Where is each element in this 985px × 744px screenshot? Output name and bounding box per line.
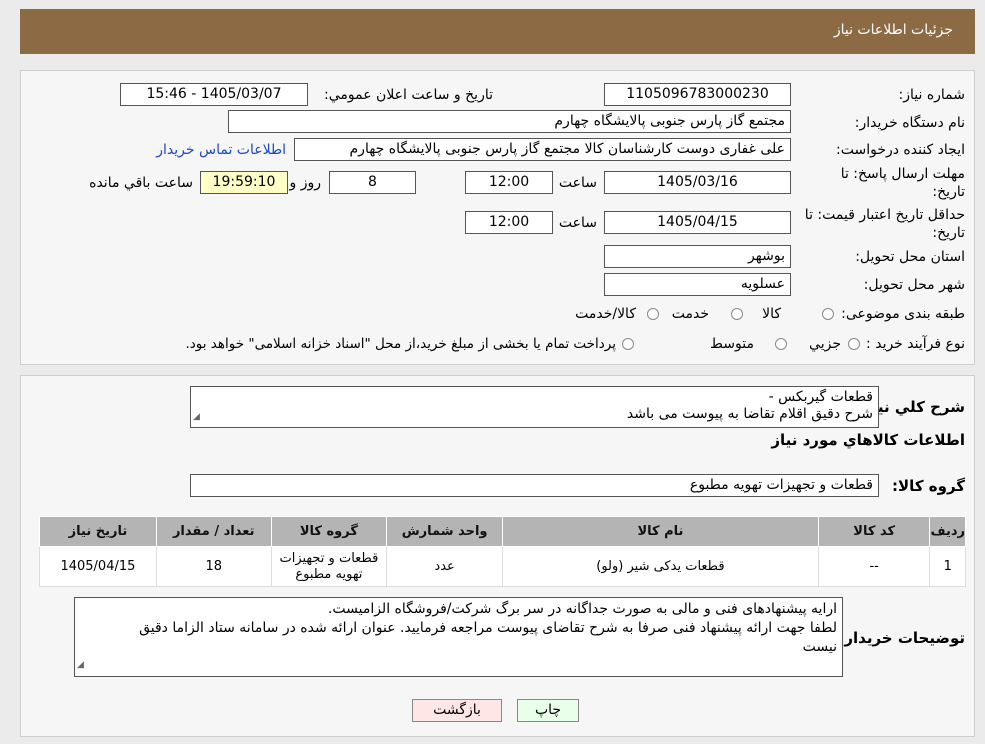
- deadline-time-label: ساعت: [558, 175, 597, 191]
- goods-group-field: قطعات و تجهیزات تهویه مطبوع: [190, 474, 879, 497]
- need-info-panel: شماره نیاز: 1105096783000230 تاریخ و ساع…: [20, 70, 975, 365]
- items-heading: اطلاعات کالاهاي مورد نياز: [771, 431, 965, 449]
- notes-line-1: ارایه پیشنهادهای فنی و مالی به صورت جداگ…: [327, 601, 837, 617]
- validity-time-field: 12:00: [465, 211, 553, 234]
- table-header-row: ردیف کد کالا نام کالا واحد شمارش گروه کا…: [39, 516, 966, 547]
- cell-date: 1405/04/15: [39, 546, 157, 587]
- summary-line-2: شرح دقیق اقلام تقاضا به پیوست می باشد: [626, 406, 873, 422]
- need-number-label: شماره نیاز:: [898, 87, 966, 103]
- buyer-field: مجتمع گاز پارس جنوبی پالایشگاه چهارم: [228, 110, 791, 133]
- category-option-goods: کالا: [762, 306, 781, 322]
- goods-group-label: گروه کالا:: [892, 477, 965, 495]
- province-label: استان محل تحویل:: [855, 249, 965, 265]
- col-header-index: ردیف: [929, 516, 966, 547]
- page-header: جزئیات اطلاعات نیاز: [20, 9, 975, 54]
- buyer-notes-label: توضیحات خریدار:: [838, 629, 965, 647]
- col-header-qty: تعداد / مقدار: [155, 516, 272, 547]
- validity-time-label: ساعت: [558, 215, 597, 231]
- contact-buyer-link[interactable]: اطلاعات تماس خریدار: [156, 142, 286, 158]
- summary-line-1: قطعات گیربکس -: [768, 389, 873, 405]
- process-option-medium: متوسط: [710, 336, 754, 352]
- page-title: جزئیات اطلاعات نیاز: [833, 22, 953, 38]
- cell-unit: عدد: [386, 546, 503, 587]
- notes-line-3: نیست: [802, 639, 837, 655]
- province-field: بوشهر: [604, 245, 791, 268]
- category-label: طبقه بندی موضوعی:: [841, 306, 965, 322]
- category-option-both: کالا/خدمت: [575, 306, 636, 322]
- process-option-minor: جزیي: [809, 336, 841, 352]
- creator-field: علی غفاری دوست کارشناسان کالا مجتمع گاز …: [294, 138, 791, 161]
- category-radio-both[interactable]: [647, 308, 659, 320]
- col-header-group: گروه کالا: [270, 516, 388, 547]
- summary-textarea[interactable]: قطعات گیربکس - شرح دقیق اقلام تقاضا به پ…: [190, 386, 879, 428]
- notes-line-2: لطفا جهت ارائه پیشنهاد فنی صرفا به شرح ت…: [139, 620, 837, 636]
- cell-group: قطعات و تجهیزات تهویه مطبوع: [270, 546, 388, 587]
- cell-code: --: [817, 546, 931, 587]
- category-radio-goods[interactable]: [822, 308, 834, 320]
- items-table: ردیف کد کالا نام کالا واحد شمارش گروه کا…: [39, 516, 966, 587]
- cell-index: 1: [929, 546, 966, 587]
- announce-label: تاریخ و ساعت اعلان عمومي:: [324, 87, 493, 103]
- back-button[interactable]: بازگشت: [412, 699, 502, 722]
- validity-label-date: تاریخ:: [932, 225, 965, 241]
- days-field: 8: [329, 171, 416, 194]
- creator-label: ایجاد کننده درخواست:: [836, 142, 965, 158]
- process-radio-treasury[interactable]: [622, 338, 634, 350]
- col-header-code: کد کالا: [817, 516, 931, 547]
- buyer-label: نام دستگاه خریدار:: [854, 115, 965, 131]
- need-number-field: 1105096783000230: [604, 83, 791, 106]
- city-field: عسلویه: [604, 273, 791, 296]
- print-button[interactable]: چاپ: [517, 699, 579, 722]
- cell-name: قطعات یدکی شیر (ولو): [501, 546, 819, 587]
- resize-grip-icon: ◢: [193, 412, 200, 422]
- announce-field: 1405/03/07 - 15:46: [120, 83, 308, 106]
- deadline-time-field: 12:00: [465, 171, 553, 194]
- category-option-service: خدمت: [671, 306, 709, 322]
- buyer-notes-textarea[interactable]: ارایه پیشنهادهای فنی و مالی به صورت جداگ…: [74, 597, 843, 677]
- cell-qty: 18: [155, 546, 272, 587]
- deadline-label-date: تاریخ:: [932, 184, 965, 200]
- remaining-label: ساعت باقي مانده: [89, 175, 193, 191]
- process-treasury-note: پرداخت تمام یا بخشی از مبلغ خرید،از محل …: [185, 336, 616, 352]
- deadline-label: مهلت ارسال پاسخ: تا: [840, 166, 965, 182]
- col-header-name: نام کالا: [501, 516, 819, 547]
- process-radio-medium[interactable]: [775, 338, 787, 350]
- process-label: نوع فرآیند خرید :: [866, 336, 965, 352]
- table-row: 1 -- قطعات یدکی شیر (ولو) عدد قطعات و تج…: [39, 546, 966, 587]
- validity-date-field: 1405/04/15: [604, 211, 791, 234]
- process-radio-minor[interactable]: [848, 338, 860, 350]
- city-label: شهر محل تحویل:: [863, 277, 965, 293]
- col-header-date: تاریخ نیاز: [39, 516, 157, 547]
- resize-grip-icon: ◢: [77, 660, 84, 670]
- need-details-panel: شرح کلي نياز: قطعات گیربکس - شرح دقیق اق…: [20, 375, 975, 737]
- deadline-date-field: 1405/03/16: [604, 171, 791, 194]
- validity-label: حداقل تاریخ اعتبار قیمت: تا: [804, 207, 965, 223]
- remaining-time-field: 19:59:10: [200, 171, 288, 194]
- category-radio-service[interactable]: [731, 308, 743, 320]
- days-label: روز و: [289, 175, 322, 191]
- col-header-unit: واحد شمارش: [386, 516, 503, 547]
